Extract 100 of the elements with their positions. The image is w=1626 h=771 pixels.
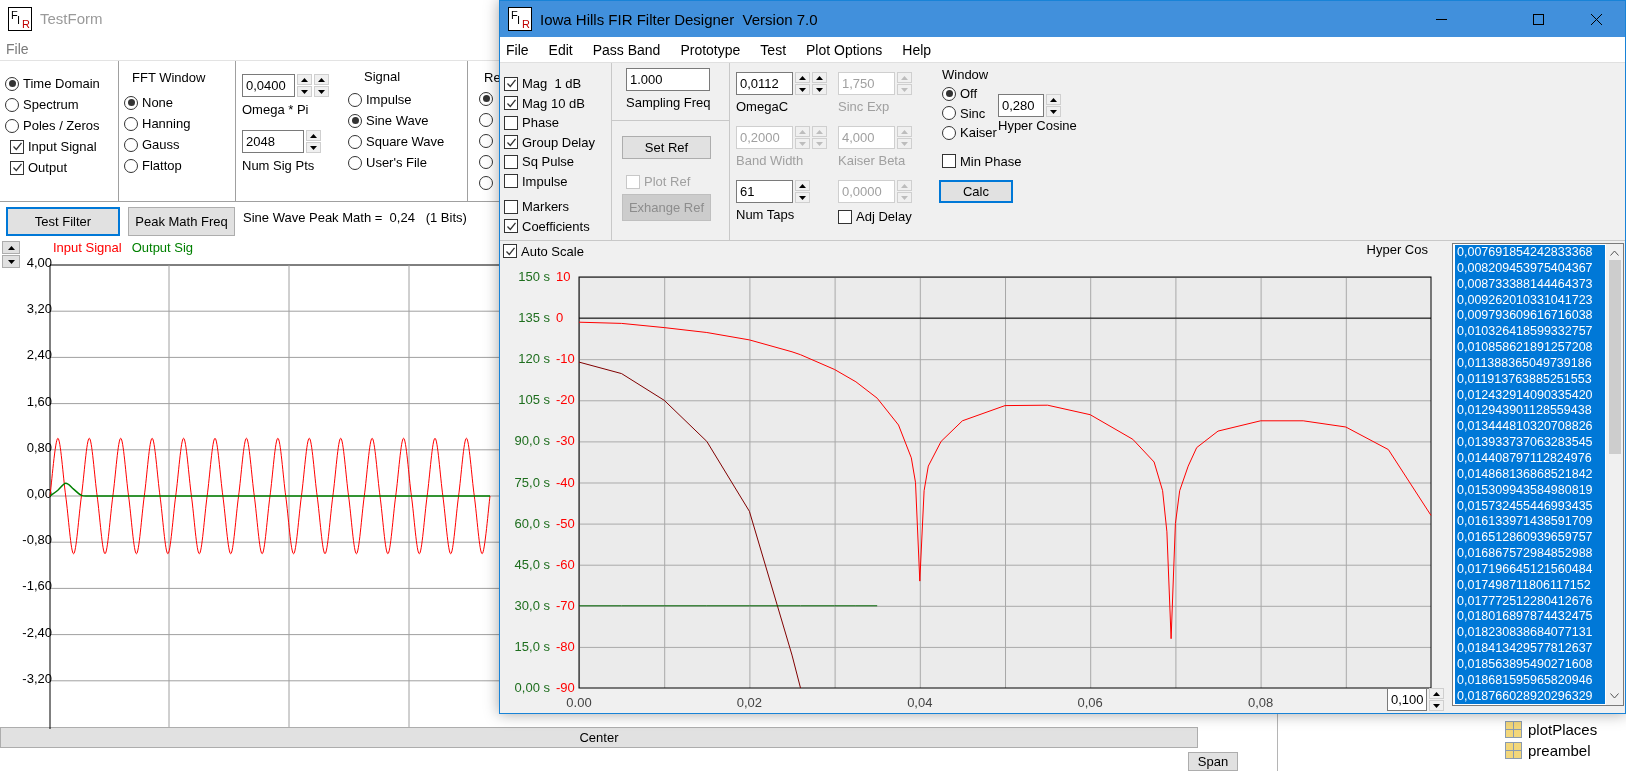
radio-option[interactable]: None xyxy=(124,92,174,113)
list-item[interactable]: 0,016867572984852988 xyxy=(1455,546,1605,562)
axis-tick-label: 0,00 s xyxy=(514,680,550,695)
spin-up-button[interactable] xyxy=(297,74,312,85)
checkbox-option[interactable]: Auto Scale xyxy=(503,241,584,261)
radio-option[interactable]: Spectrum xyxy=(5,94,79,115)
radio-option[interactable]: Gauss xyxy=(124,134,180,155)
checkbox-option[interactable]: Group Delay xyxy=(504,132,595,152)
radio-option[interactable]: Off xyxy=(942,84,998,104)
number-field[interactable]: 0,0400 xyxy=(242,74,295,97)
list-item[interactable]: 0,018230838684077131 xyxy=(1455,625,1605,642)
field-label: Sampling Freq xyxy=(626,95,711,110)
list-item[interactable]: 0,016133971438591709 xyxy=(1455,514,1605,531)
axis-tick-label: 0,02 xyxy=(736,695,763,710)
spin-down-button[interactable] xyxy=(314,86,329,97)
axis-tick-label: -30 xyxy=(556,433,575,449)
radio-option[interactable]: Sinc xyxy=(942,103,998,123)
checkbox-option[interactable]: Markers xyxy=(504,197,569,217)
axis-tick-label: 0,80 xyxy=(26,439,52,455)
calc-button[interactable]: Calc xyxy=(939,179,1013,203)
list-item[interactable]: 0,013444810320708826 xyxy=(1455,419,1605,436)
tree-item[interactable]: preambel xyxy=(1505,740,1598,761)
scrollbar[interactable] xyxy=(1606,244,1623,705)
checkbox-option[interactable]: Phase xyxy=(504,113,559,133)
number-field[interactable]: 61 xyxy=(736,180,793,203)
radio-option[interactable]: Square Wave xyxy=(348,131,445,152)
action-button[interactable]: Test Filter xyxy=(6,207,120,236)
list-item[interactable]: 0,013933737063283545 xyxy=(1455,435,1605,451)
spin-up-button[interactable] xyxy=(795,72,810,83)
group-title: Window xyxy=(942,67,990,84)
radio-option[interactable]: Impulse xyxy=(348,89,445,110)
spin-down-button[interactable] xyxy=(306,142,321,153)
checkbox-option[interactable]: Sq Pulse xyxy=(504,152,575,172)
radio-option[interactable]: Hanning xyxy=(124,113,191,134)
spin-down-button[interactable] xyxy=(795,192,810,203)
radio-option[interactable]: User's File xyxy=(348,152,445,173)
list-item[interactable]: 0,009793609616716038 xyxy=(1455,308,1605,325)
menu-item[interactable]: Edit xyxy=(548,41,573,58)
list-item[interactable]: 0,007691854242833368 xyxy=(1455,245,1605,261)
number-field[interactable]: 2048 xyxy=(242,130,304,153)
menu-item[interactable]: Prototype xyxy=(680,41,741,58)
spin-down-button[interactable] xyxy=(812,84,827,95)
list-item[interactable]: 0,012943901128559438 xyxy=(1455,403,1605,420)
radio-option[interactable]: Time Domain xyxy=(5,73,100,94)
list-item[interactable]: 0,018413429577812637 xyxy=(1455,641,1605,657)
menu-item[interactable]: Plot Options xyxy=(806,41,883,58)
caret-up-icon xyxy=(799,183,806,188)
axis-tick-label: -3,20 xyxy=(22,670,52,686)
list-item[interactable]: 0,010326418599332757 xyxy=(1455,324,1605,341)
range-field[interactable]: 0,100 xyxy=(1387,688,1427,711)
chevron-up-icon xyxy=(1610,250,1619,256)
number-field[interactable]: 1.000 xyxy=(626,68,710,91)
menu-item[interactable]: File xyxy=(6,40,29,57)
spin-up-button[interactable] xyxy=(314,74,329,85)
menu-item[interactable]: Test xyxy=(760,41,787,58)
spin-up-button[interactable] xyxy=(812,72,827,83)
number-field[interactable]: 0,280 xyxy=(998,94,1044,117)
checkbox-option[interactable]: Adj Delay xyxy=(838,206,942,227)
checkbox-option[interactable]: Input Signal xyxy=(5,136,97,157)
spin-down-button[interactable] xyxy=(795,84,810,95)
center-button[interactable]: Center xyxy=(0,727,1198,748)
action-button[interactable]: Peak Math Freq xyxy=(128,207,235,236)
radio-option[interactable]: Kaiser xyxy=(942,123,998,143)
spin-down-button[interactable] xyxy=(1046,106,1061,117)
spin-up-button[interactable] xyxy=(1046,94,1061,105)
axis-tick-label: 1,60 xyxy=(26,393,52,409)
scale-up-button[interactable] xyxy=(2,241,20,254)
group-title: FFT Window xyxy=(131,70,207,87)
menu-item[interactable]: Pass Band xyxy=(592,41,661,58)
spin-down-button[interactable] xyxy=(297,86,312,97)
checkbox-option[interactable]: Mag 1 dB xyxy=(504,74,582,94)
checkbox-option[interactable]: Coefficients xyxy=(504,216,590,236)
radio-option[interactable]: Poles / Zeros xyxy=(5,115,100,136)
check-icon xyxy=(11,162,23,173)
set-ref-button[interactable]: Set Ref xyxy=(622,136,711,159)
axis-tick-label: 0,08 xyxy=(1247,695,1274,710)
menu-item[interactable]: File xyxy=(506,41,529,58)
axis-tick-label: 4,00 xyxy=(26,255,52,270)
scale-down-button[interactable] xyxy=(2,255,20,268)
spin-up-button[interactable] xyxy=(795,180,810,191)
checkbox-option[interactable]: Min Phase xyxy=(942,150,1022,172)
axis-tick-label: 75,0 s xyxy=(514,474,550,490)
spin-up-button[interactable] xyxy=(306,130,321,141)
list-item[interactable]: 0,010858621891257208 xyxy=(1455,340,1605,356)
spin-down-button[interactable] xyxy=(1429,700,1444,711)
checkbox-option[interactable]: Mag 10 dB xyxy=(504,93,585,113)
radio-option[interactable]: Flattop xyxy=(124,155,182,176)
caret-down-icon xyxy=(816,141,823,146)
spin-up-button[interactable] xyxy=(1429,688,1444,699)
radio-option[interactable]: Sine Wave xyxy=(348,110,445,131)
checkbox-option[interactable]: Output xyxy=(5,157,68,178)
menu-item[interactable]: Help xyxy=(902,41,932,58)
checkbox-option[interactable]: Impulse xyxy=(504,171,568,191)
list-item[interactable]: 0,018016897874432475 xyxy=(1455,609,1605,626)
caret-up-icon xyxy=(816,75,823,80)
caret-up-icon xyxy=(901,129,908,134)
list-item[interactable]: 0,016512860939659757 xyxy=(1455,530,1605,547)
number-field[interactable]: 0,0112 xyxy=(736,72,793,95)
tree-item[interactable]: plotPlaces xyxy=(1505,719,1598,740)
span-button[interactable]: Span xyxy=(1188,752,1238,771)
